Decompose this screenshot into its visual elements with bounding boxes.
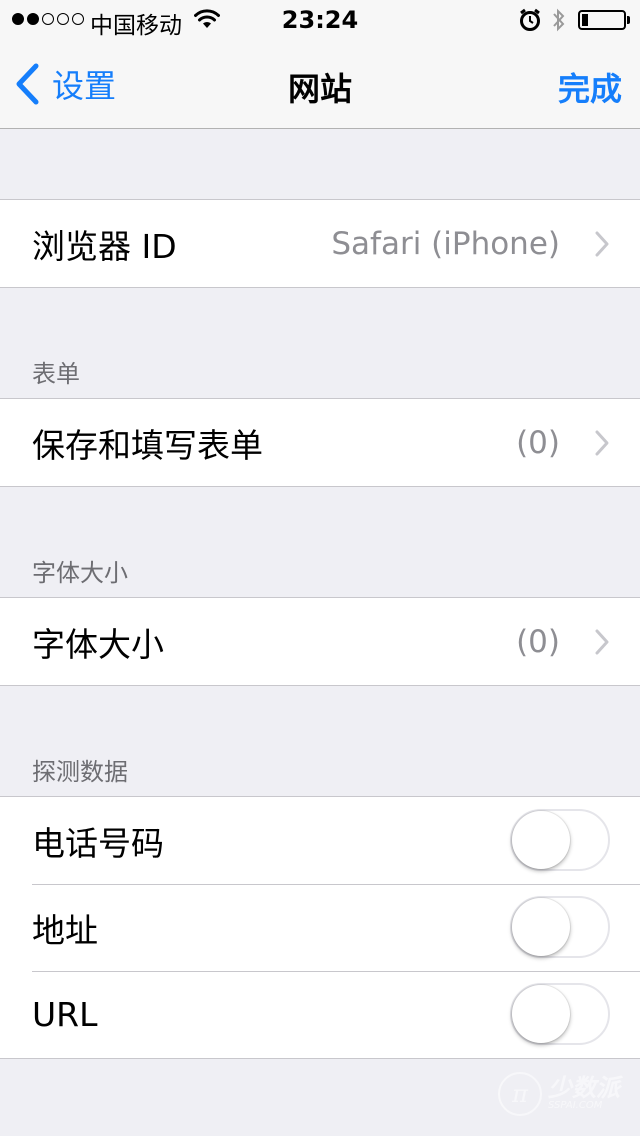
font-size-value: (0) bbox=[516, 623, 560, 660]
done-button[interactable]: 完成 bbox=[558, 64, 622, 110]
forms-section-header: 表单 bbox=[32, 360, 80, 388]
detect-section-header: 探测数据 bbox=[32, 758, 128, 786]
status-bar: 中国移动 23:24 bbox=[0, 0, 640, 40]
address-toggle[interactable] bbox=[510, 896, 610, 958]
chevron-right-icon bbox=[595, 430, 609, 456]
battery-cap bbox=[627, 16, 630, 24]
battery-level-fill bbox=[582, 14, 588, 26]
font-size-section-header: 字体大小 bbox=[32, 559, 128, 587]
watermark-text: 少数派 SSPAI.COM bbox=[548, 1074, 620, 1111]
phone-number-label: 电话号码 bbox=[32, 823, 164, 863]
font-size-group: 字体大小 (0) bbox=[0, 597, 640, 686]
url-cell: URL bbox=[0, 971, 640, 1058]
address-cell: 地址 bbox=[0, 884, 640, 971]
forms-group: 保存和填写表单 (0) bbox=[0, 398, 640, 487]
toggle-knob bbox=[512, 985, 570, 1043]
font-size-label: 字体大小 bbox=[32, 624, 164, 664]
status-time: 23:24 bbox=[281, 6, 359, 34]
toggle-knob bbox=[512, 898, 570, 956]
address-label: 地址 bbox=[32, 910, 98, 950]
navigation-bar: 设置 网站 完成 bbox=[0, 40, 640, 129]
battery-icon bbox=[578, 10, 626, 30]
page-title: 网站 bbox=[287, 70, 352, 108]
browser-id-cell[interactable]: 浏览器 ID Safari (iPhone) bbox=[0, 200, 640, 287]
browser-id-label: 浏览器 ID bbox=[32, 226, 177, 266]
font-size-cell[interactable]: 字体大小 (0) bbox=[0, 598, 640, 685]
toggle-knob bbox=[512, 811, 570, 869]
url-toggle[interactable] bbox=[510, 983, 610, 1045]
phone-number-cell: 电话号码 bbox=[0, 797, 640, 884]
bluetooth-icon bbox=[551, 6, 567, 40]
chevron-right-icon bbox=[595, 629, 609, 655]
sspai-watermark-logo: π 少数派 SSPAI.COM bbox=[498, 1072, 620, 1116]
url-label: URL bbox=[32, 995, 98, 1034]
browser-id-group: 浏览器 ID Safari (iPhone) bbox=[0, 199, 640, 288]
save-forms-value: (0) bbox=[516, 424, 560, 461]
save-forms-cell[interactable]: 保存和填写表单 (0) bbox=[0, 399, 640, 486]
chevron-right-icon bbox=[595, 231, 609, 257]
pi-logo-icon: π bbox=[498, 1072, 542, 1116]
save-forms-label: 保存和填写表单 bbox=[32, 425, 263, 465]
detect-group: 电话号码 地址 URL bbox=[0, 796, 640, 1059]
alarm-icon bbox=[518, 8, 542, 38]
browser-id-value: Safari (iPhone) bbox=[331, 225, 560, 262]
phone-number-toggle[interactable] bbox=[510, 809, 610, 871]
